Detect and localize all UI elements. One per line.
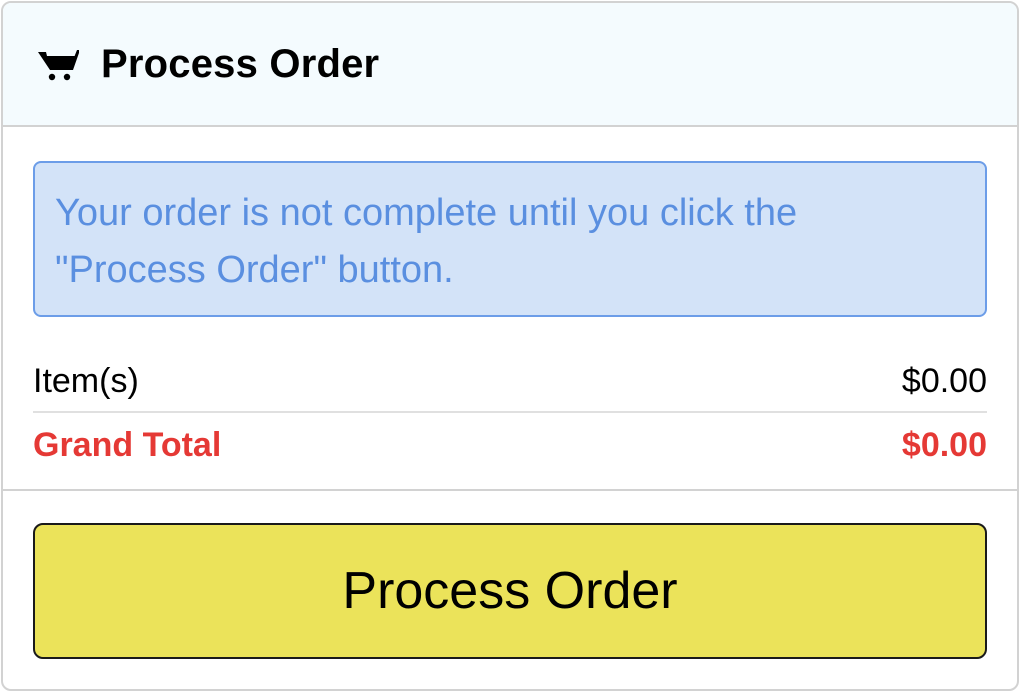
grand-total-row: Grand Total $0.00 [33, 419, 987, 471]
process-order-panel: Process Order Your order is not complete… [1, 1, 1019, 691]
items-label: Item(s) [33, 361, 139, 400]
alert-message-line-2: "Process Order" button. [55, 249, 454, 291]
panel-header: Process Order [3, 3, 1017, 127]
process-order-button[interactable]: Process Order [33, 523, 987, 659]
items-value: $0.00 [901, 361, 987, 400]
alert-message-line-1: Your order is not complete until you cli… [55, 192, 798, 234]
panel-footer: Process Order [3, 489, 1017, 659]
order-summary: Item(s) $0.00 Grand Total $0.00 [33, 357, 987, 471]
panel-title: Process Order [101, 41, 380, 86]
order-info-alert: Your order is not complete until you cli… [33, 161, 987, 317]
shopping-cart-icon [37, 48, 80, 82]
panel-body: Your order is not complete until you cli… [3, 127, 1017, 471]
items-row: Item(s) $0.00 [33, 357, 987, 413]
grand-total-value: $0.00 [901, 425, 987, 464]
grand-total-label: Grand Total [33, 425, 222, 464]
